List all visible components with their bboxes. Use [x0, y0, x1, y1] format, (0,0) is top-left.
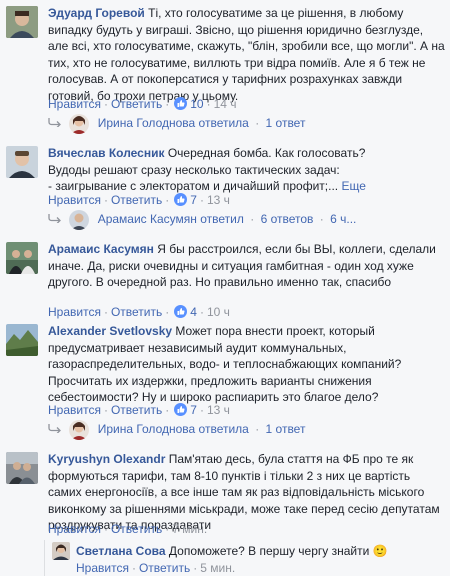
reply-tail: 6 ч...	[330, 212, 357, 226]
separator: ·	[319, 212, 324, 226]
separator: ·	[165, 403, 170, 417]
avatar-aramais[interactable]	[6, 242, 38, 274]
comment-text-line: Вудоды решают сразу несколько тактически…	[48, 162, 340, 177]
replies-bar[interactable]: Арамаис Касумян ответил · 6 ответов · 6 …	[48, 206, 450, 232]
timestamp[interactable]: 10 ч	[207, 305, 230, 319]
reply-button[interactable]: Ответить	[139, 561, 190, 575]
reply-arrow-icon	[48, 416, 62, 434]
separator: ·	[165, 97, 170, 111]
avatar-photo-icon	[6, 242, 38, 274]
avatar-photo-icon	[52, 542, 70, 560]
reply-verb: ответила	[198, 116, 249, 130]
separator: ·	[165, 522, 170, 536]
reply-button[interactable]: Ответить	[111, 193, 162, 207]
avatar-photo-icon	[6, 6, 38, 38]
comment-body: Вячеслав Колесник Очередная бомба. Как г…	[48, 145, 446, 195]
reply-button[interactable]: Ответить	[111, 97, 162, 111]
separator: ·	[103, 522, 108, 536]
comment-body: Эдуард Горевой Ті, хто голосуватиме за ц…	[48, 5, 446, 104]
like-button[interactable]: Нравится	[48, 403, 101, 417]
avatar-eduard[interactable]	[6, 6, 38, 38]
reply-author[interactable]: Арамаис Касумян	[98, 212, 197, 226]
separator: ·	[199, 403, 204, 417]
reply-button[interactable]: Ответить	[111, 522, 162, 536]
thumbs-up-icon[interactable]	[174, 193, 188, 206]
thumbs-up-icon[interactable]	[174, 305, 188, 318]
smile-emoji-icon: 🙂	[372, 544, 388, 558]
like-count[interactable]: 4	[190, 305, 197, 319]
separator: ·	[103, 305, 108, 319]
thumbs-up-icon[interactable]	[174, 97, 188, 110]
reply-avatar	[69, 209, 90, 230]
reply-body: Светлана Сова Допоможете? В першу чергу …	[76, 543, 446, 560]
see-more-link[interactable]: Еще	[341, 179, 365, 193]
comment-text: Ті, хто голосуватиме за це рішення, в лю…	[48, 6, 445, 103]
reply-verb: ответила	[198, 422, 249, 436]
comment-author[interactable]: Alexander Svetlovsky	[48, 324, 172, 338]
like-button[interactable]: Нравится	[76, 561, 129, 575]
like-count[interactable]: 7	[190, 403, 197, 417]
like-count[interactable]: 10	[190, 97, 203, 111]
comment-body: Alexander Svetlovsky Может пора внести п…	[48, 323, 446, 406]
replies-bar[interactable]: Ирина Голоднова ответила · 1 ответ	[48, 110, 450, 136]
separator: ·	[206, 97, 211, 111]
timestamp[interactable]: 5 мин.	[200, 561, 235, 575]
reply-avatar	[69, 419, 90, 440]
separator: ·	[250, 212, 255, 226]
comment-text-line: Очередная бомба. Как голосовать?	[167, 146, 366, 160]
separator: ·	[165, 193, 170, 207]
avatar-photo-icon	[6, 146, 38, 178]
like-button[interactable]: Нравится	[48, 522, 101, 536]
separator: ·	[103, 403, 108, 417]
comment-text-line: - заигрывание с электоратом и дичайший п…	[48, 179, 342, 193]
reply-button[interactable]: Ответить	[111, 305, 162, 319]
like-button[interactable]: Нравится	[48, 193, 101, 207]
reply-count[interactable]: 1 ответ	[266, 422, 306, 436]
separator: ·	[131, 561, 136, 575]
avatar-svetlana[interactable]	[52, 542, 70, 560]
comment-author[interactable]: Арамаис Касумян	[48, 242, 154, 256]
like-button[interactable]: Нравится	[48, 97, 101, 111]
reply-arrow-icon	[48, 206, 62, 224]
reply-actions: Нравится · Ответить · 5 мин.	[76, 560, 235, 576]
timestamp[interactable]: 13 ч	[207, 193, 230, 207]
reply-verb: ответил	[200, 212, 244, 226]
avatar-photo-icon	[6, 324, 38, 356]
comment-author[interactable]: Эдуард Горевой	[48, 6, 145, 20]
reply-count[interactable]: 1 ответ	[266, 116, 306, 130]
comment-body: Арамаис Касумян Я бы расстроился, если б…	[48, 241, 446, 291]
like-button[interactable]: Нравится	[48, 305, 101, 319]
thumbs-up-icon[interactable]	[174, 403, 188, 416]
comment-author[interactable]: Вячеслав Колесник	[48, 146, 164, 160]
avatar-kyryushyn[interactable]	[6, 452, 38, 484]
reply-count[interactable]: 6 ответов	[261, 212, 314, 226]
separator: ·	[255, 116, 260, 130]
separator: ·	[199, 193, 204, 207]
timestamp[interactable]: 13 ч	[207, 403, 230, 417]
reply-author[interactable]: Светлана Сова	[76, 544, 166, 558]
reply-author[interactable]: Ирина Голоднова	[98, 422, 196, 436]
separator: ·	[165, 305, 170, 319]
reply-author[interactable]: Ирина Голоднова	[98, 116, 196, 130]
separator: ·	[255, 422, 260, 436]
reply-text: Допоможете? В першу чергу знайти	[168, 544, 370, 558]
like-count[interactable]: 7	[190, 193, 197, 207]
nested-thread-line	[44, 540, 45, 576]
comment-author[interactable]: Kyryushyn Olexandr	[48, 452, 165, 466]
timestamp[interactable]: 14 ч	[214, 97, 237, 111]
avatar-photo-icon	[6, 452, 38, 484]
separator: ·	[103, 97, 108, 111]
separator: ·	[103, 193, 108, 207]
reply-avatar	[69, 113, 90, 134]
avatar-vyacheslav[interactable]	[6, 146, 38, 178]
reply-arrow-icon	[48, 110, 62, 128]
avatar-alexander[interactable]	[6, 324, 38, 356]
comment-actions: Нравится · Ответить · 4 · 10 ч	[48, 304, 230, 320]
reply-button[interactable]: Ответить	[111, 403, 162, 417]
separator: ·	[199, 305, 204, 319]
replies-bar[interactable]: Ирина Голоднова ответила · 1 ответ	[48, 416, 450, 442]
separator: ·	[193, 561, 198, 575]
comment-actions: Нравится · Ответить · 7 мин.	[48, 521, 207, 537]
timestamp[interactable]: 7 мин.	[172, 522, 207, 536]
